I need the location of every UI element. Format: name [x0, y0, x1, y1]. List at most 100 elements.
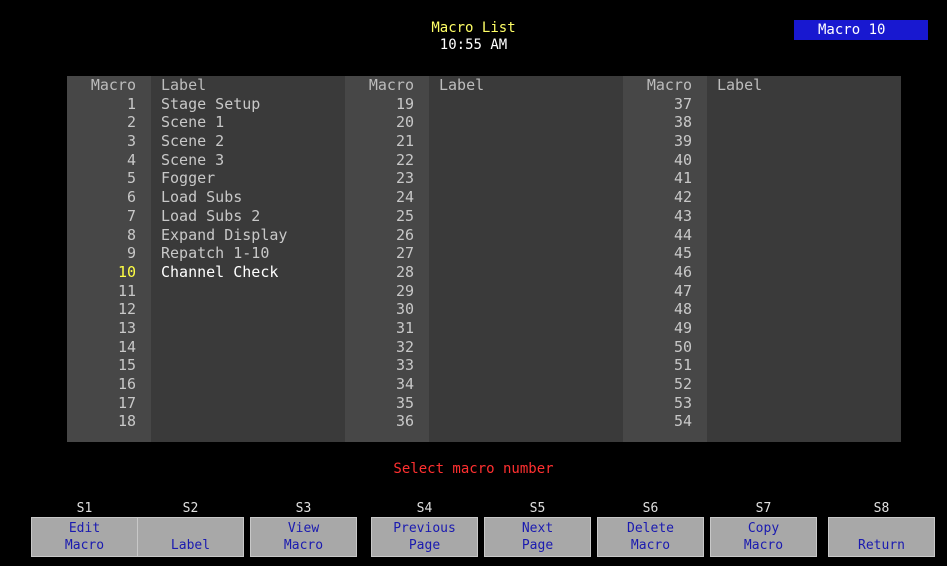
macro-label[interactable]	[429, 207, 623, 226]
macro-number[interactable]: 30	[345, 300, 429, 319]
macro-label[interactable]	[151, 394, 345, 413]
macro-number[interactable]: 11	[67, 282, 151, 301]
macro-number[interactable]: 9	[67, 244, 151, 263]
macro-number[interactable]: 35	[345, 394, 429, 413]
softkey-s8-button[interactable]: Return	[828, 517, 935, 557]
macro-number[interactable]: 29	[345, 282, 429, 301]
macro-label[interactable]	[429, 319, 623, 338]
macro-number[interactable]: 8	[67, 226, 151, 245]
softkey-s6-button[interactable]: Delete Macro	[597, 517, 704, 557]
macro-number[interactable]: 41	[623, 169, 707, 188]
macro-number[interactable]: 12	[67, 300, 151, 319]
macro-number[interactable]: 48	[623, 300, 707, 319]
macro-number[interactable]: 20	[345, 113, 429, 132]
macro-number[interactable]: 24	[345, 188, 429, 207]
macro-number[interactable]: 25	[345, 207, 429, 226]
macro-label[interactable]	[429, 226, 623, 245]
macro-number[interactable]: 45	[623, 244, 707, 263]
macro-number[interactable]: 28	[345, 263, 429, 282]
macro-number[interactable]: 33	[345, 356, 429, 375]
macro-number[interactable]: 3	[67, 132, 151, 151]
macro-number[interactable]: 7	[67, 207, 151, 226]
macro-number[interactable]: 37	[623, 95, 707, 114]
macro-label[interactable]	[707, 375, 901, 394]
macro-number[interactable]: 2	[67, 113, 151, 132]
macro-label[interactable]	[151, 375, 345, 394]
softkey-s3-button[interactable]: View Macro	[250, 517, 357, 557]
macro-number[interactable]: 32	[345, 338, 429, 357]
macro-label[interactable]: Channel Check	[151, 263, 345, 282]
macro-label[interactable]	[151, 356, 345, 375]
macro-label[interactable]	[707, 188, 901, 207]
macro-number[interactable]: 43	[623, 207, 707, 226]
macro-number[interactable]: 42	[623, 188, 707, 207]
macro-label[interactable]	[707, 226, 901, 245]
macro-label[interactable]	[429, 282, 623, 301]
macro-label[interactable]	[707, 319, 901, 338]
macro-number[interactable]: 52	[623, 375, 707, 394]
macro-label[interactable]: Scene 3	[151, 151, 345, 170]
macro-label[interactable]	[707, 300, 901, 319]
macro-label[interactable]	[429, 394, 623, 413]
macro-label[interactable]	[151, 338, 345, 357]
macro-number[interactable]: 51	[623, 356, 707, 375]
macro-number[interactable]: 1	[67, 95, 151, 114]
macro-number[interactable]: 23	[345, 169, 429, 188]
macro-label[interactable]	[707, 132, 901, 151]
macro-label[interactable]: Scene 2	[151, 132, 345, 151]
macro-label[interactable]	[707, 207, 901, 226]
macro-label[interactable]	[707, 113, 901, 132]
macro-number[interactable]: 10	[67, 263, 151, 282]
macro-label[interactable]	[429, 188, 623, 207]
macro-label[interactable]	[151, 319, 345, 338]
macro-label[interactable]	[707, 169, 901, 188]
macro-number[interactable]: 36	[345, 412, 429, 431]
macro-label[interactable]: Repatch 1-10	[151, 244, 345, 263]
macro-label[interactable]	[429, 169, 623, 188]
macro-label[interactable]	[429, 151, 623, 170]
macro-number[interactable]: 14	[67, 338, 151, 357]
macro-label[interactable]: Load Subs	[151, 188, 345, 207]
macro-label[interactable]: Fogger	[151, 169, 345, 188]
macro-label[interactable]	[151, 300, 345, 319]
macro-number[interactable]: 38	[623, 113, 707, 132]
softkey-s7-button[interactable]: Copy Macro	[710, 517, 817, 557]
softkey-s1-button[interactable]: Edit Macro	[31, 517, 138, 557]
macro-label[interactable]	[429, 300, 623, 319]
macro-number[interactable]: 53	[623, 394, 707, 413]
macro-number[interactable]: 49	[623, 319, 707, 338]
macro-number[interactable]: 54	[623, 412, 707, 431]
macro-number[interactable]: 4	[67, 151, 151, 170]
softkey-s4-button[interactable]: Previous Page	[371, 517, 478, 557]
macro-number[interactable]: 13	[67, 319, 151, 338]
macro-label[interactable]	[429, 338, 623, 357]
macro-number[interactable]: 5	[67, 169, 151, 188]
macro-label[interactable]	[707, 394, 901, 413]
macro-number[interactable]: 46	[623, 263, 707, 282]
macro-label[interactable]: Expand Display	[151, 226, 345, 245]
macro-label[interactable]	[429, 132, 623, 151]
macro-number[interactable]: 22	[345, 151, 429, 170]
macro-number[interactable]: 26	[345, 226, 429, 245]
macro-label[interactable]	[707, 338, 901, 357]
macro-number[interactable]: 16	[67, 375, 151, 394]
softkey-s5-button[interactable]: Next Page	[484, 517, 591, 557]
macro-label[interactable]	[707, 356, 901, 375]
macro-number[interactable]: 34	[345, 375, 429, 394]
macro-label[interactable]	[429, 356, 623, 375]
macro-label[interactable]	[429, 113, 623, 132]
macro-label[interactable]	[429, 412, 623, 431]
macro-label[interactable]	[707, 244, 901, 263]
macro-label[interactable]: Load Subs 2	[151, 207, 345, 226]
macro-number[interactable]: 17	[67, 394, 151, 413]
macro-number[interactable]: 6	[67, 188, 151, 207]
macro-number[interactable]: 27	[345, 244, 429, 263]
macro-number[interactable]: 31	[345, 319, 429, 338]
macro-label[interactable]	[429, 375, 623, 394]
macro-label[interactable]	[707, 282, 901, 301]
macro-label[interactable]: Scene 1	[151, 113, 345, 132]
macro-number[interactable]: 21	[345, 132, 429, 151]
macro-number[interactable]: 15	[67, 356, 151, 375]
macro-label[interactable]	[429, 263, 623, 282]
macro-label[interactable]	[707, 151, 901, 170]
